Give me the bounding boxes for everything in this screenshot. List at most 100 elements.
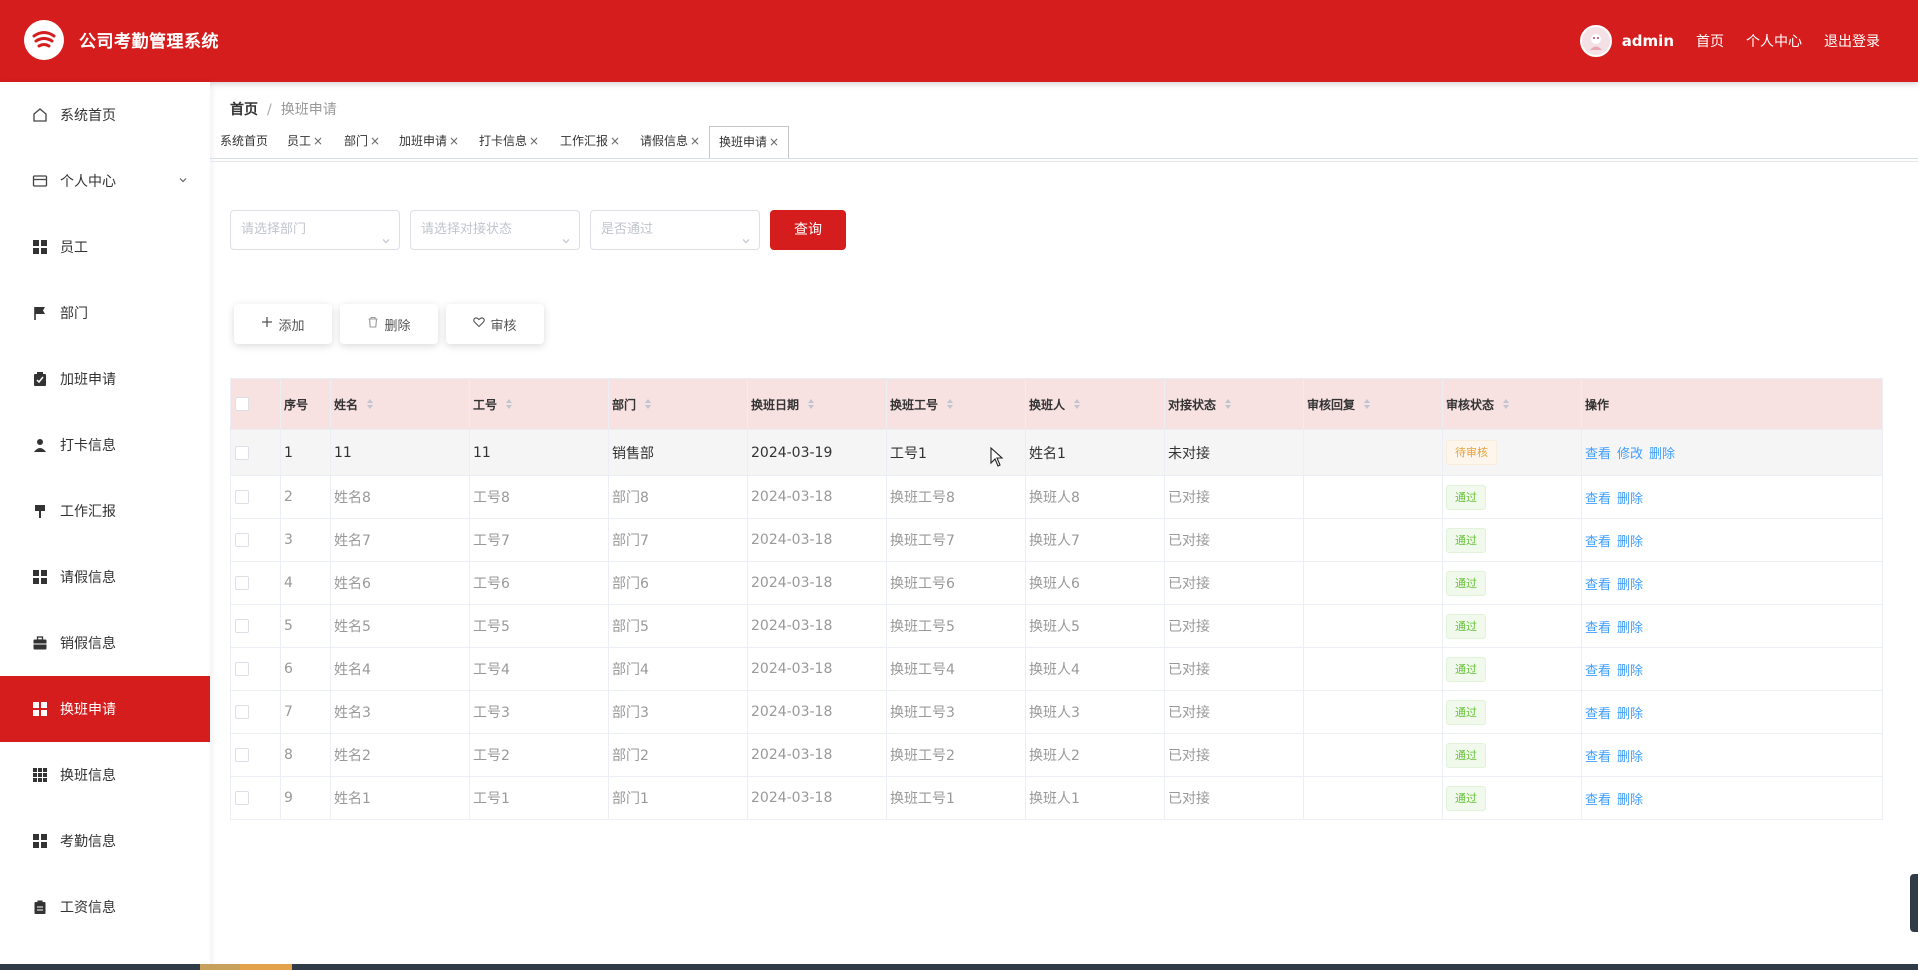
side-widget[interactable] xyxy=(1910,874,1918,932)
sidebar-item-shift-request[interactable]: 换班申请 xyxy=(0,676,210,742)
tab-leave[interactable]: 请假信息 × xyxy=(636,126,704,156)
column-header-shift-person[interactable]: 换班人 xyxy=(1025,378,1165,430)
sort-icon[interactable] xyxy=(1363,398,1371,413)
table-cell-shift-id: 换班工号7 xyxy=(886,518,1026,562)
sort-icon[interactable] xyxy=(1224,398,1232,413)
select-all-checkbox[interactable] xyxy=(235,397,249,412)
tab-overtime[interactable]: 加班申请 × xyxy=(395,126,463,156)
sidebar-item-home[interactable]: 系统首页 xyxy=(0,82,210,148)
sort-icon[interactable] xyxy=(1073,398,1081,413)
row-checkbox[interactable] xyxy=(235,791,249,805)
view-link[interactable]: 查看 xyxy=(1585,535,1611,550)
close-icon[interactable]: × xyxy=(690,134,700,148)
sidebar-item-clockin[interactable]: 打卡信息 xyxy=(0,412,210,478)
delete-link[interactable]: 删除 xyxy=(1617,750,1643,765)
table-cell-shift-id: 换班工号3 xyxy=(886,690,1026,734)
delete-button[interactable]: 删除 xyxy=(340,304,438,344)
add-button[interactable]: 添加 xyxy=(234,304,332,344)
view-link[interactable]: 查看 xyxy=(1585,621,1611,636)
sidebar-item-attendance[interactable]: 考勤信息 xyxy=(0,808,210,874)
table-row: 6 姓名4 工号4 部门4 2024-03-18 换班工号4 换班人4 已对接 通过 查看 删除 xyxy=(230,647,1883,691)
delete-link[interactable]: 删除 xyxy=(1617,707,1643,722)
view-link[interactable]: 查看 xyxy=(1585,750,1611,765)
nav-profile-link[interactable]: 个人中心 xyxy=(1746,31,1802,51)
close-icon[interactable]: × xyxy=(370,134,380,148)
sidebar-item-leave-cancel[interactable]: 销假信息 xyxy=(0,610,210,676)
column-header-label: 工号 xyxy=(473,397,498,412)
sort-icon[interactable] xyxy=(946,398,954,413)
taskbar-item xyxy=(200,964,240,970)
tab-department[interactable]: 部门 × xyxy=(340,126,384,156)
flag-icon xyxy=(32,305,48,321)
view-link[interactable]: 查看 xyxy=(1585,664,1611,679)
column-header-date[interactable]: 换班日期 xyxy=(747,378,887,430)
sort-icon[interactable] xyxy=(807,398,815,413)
sidebar-item-profile[interactable]: 个人中心 xyxy=(0,148,210,214)
delete-link[interactable]: 删除 xyxy=(1649,447,1675,462)
logout-link[interactable]: 退出登录 xyxy=(1824,31,1880,51)
table-row: 8 姓名2 工号2 部门2 2024-03-18 换班工号2 换班人2 已对接 通过 查看 删除 xyxy=(230,733,1883,777)
row-checkbox[interactable] xyxy=(235,705,249,719)
sort-icon[interactable] xyxy=(505,398,513,413)
sort-icon[interactable] xyxy=(366,398,374,413)
sort-icon[interactable] xyxy=(1502,398,1510,413)
view-link[interactable]: 查看 xyxy=(1585,578,1611,593)
sidebar-item-overtime[interactable]: 加班申请 xyxy=(0,346,210,412)
delete-link[interactable]: 删除 xyxy=(1617,793,1643,808)
table-cell-dock: 已对接 xyxy=(1164,475,1304,519)
nav-home-link[interactable]: 首页 xyxy=(1696,31,1724,51)
view-link[interactable]: 查看 xyxy=(1585,793,1611,808)
column-header-reply[interactable]: 审核回复 xyxy=(1303,378,1443,430)
edit-link[interactable]: 修改 xyxy=(1617,447,1643,462)
department-select[interactable]: 请选择部门 xyxy=(230,210,400,250)
close-icon[interactable]: × xyxy=(449,134,459,148)
tab-report[interactable]: 工作汇报 × xyxy=(556,126,624,156)
column-header-dock[interactable]: 对接状态 xyxy=(1164,378,1304,430)
column-header-status[interactable]: 审核状态 xyxy=(1442,378,1582,430)
breadcrumb-home[interactable]: 首页 xyxy=(230,102,258,118)
close-icon[interactable]: × xyxy=(610,134,620,148)
sidebar-item-salary[interactable]: 工资信息 xyxy=(0,874,210,940)
delete-link[interactable]: 删除 xyxy=(1617,664,1643,679)
row-checkbox[interactable] xyxy=(235,445,249,460)
delete-link[interactable]: 删除 xyxy=(1617,578,1643,593)
query-button[interactable]: 查询 xyxy=(770,210,846,250)
row-checkbox[interactable] xyxy=(235,662,249,676)
view-link[interactable]: 查看 xyxy=(1585,707,1611,722)
sidebar-item-label: 请假信息 xyxy=(60,570,116,586)
delete-link[interactable]: 删除 xyxy=(1617,535,1643,550)
tab-system-home[interactable]: 系统首页 xyxy=(216,126,272,156)
audit-button[interactable]: 审核 xyxy=(446,304,544,344)
column-header-name[interactable]: 姓名 xyxy=(330,378,470,430)
row-checkbox[interactable] xyxy=(235,576,249,590)
avatar[interactable] xyxy=(1579,25,1612,57)
sidebar-item-department[interactable]: 部门 xyxy=(0,280,210,346)
sidebar-item-employee[interactable]: 员工 xyxy=(0,214,210,280)
sidebar-item-shift-info[interactable]: 换班信息 xyxy=(0,742,210,808)
delete-link[interactable]: 删除 xyxy=(1617,621,1643,636)
tab-shift-request[interactable]: 换班申请 × xyxy=(709,126,790,158)
view-link[interactable]: 查看 xyxy=(1585,447,1611,462)
row-checkbox[interactable] xyxy=(235,619,249,633)
column-header-dept[interactable]: 部门 xyxy=(608,378,748,430)
delete-link[interactable]: 删除 xyxy=(1617,492,1643,507)
column-header-shift-id[interactable]: 换班工号 xyxy=(886,378,1026,430)
sort-icon[interactable] xyxy=(644,398,652,413)
dock-status-select[interactable]: 请选择对接状态 xyxy=(410,210,580,250)
pass-select[interactable]: 是否通过 xyxy=(590,210,760,250)
table-cell-dock: 已对接 xyxy=(1164,776,1304,820)
row-checkbox[interactable] xyxy=(235,533,249,547)
sidebar-item-report[interactable]: 工作汇报 xyxy=(0,478,210,544)
column-header-id[interactable]: 工号 xyxy=(469,378,609,430)
view-link[interactable]: 查看 xyxy=(1585,492,1611,507)
row-checkbox[interactable] xyxy=(235,490,249,504)
column-header-label: 换班人 xyxy=(1029,397,1066,412)
close-icon[interactable]: × xyxy=(529,134,539,148)
close-icon[interactable]: × xyxy=(313,134,323,148)
tab-employee[interactable]: 员工 × xyxy=(283,126,327,156)
close-icon[interactable]: × xyxy=(769,135,779,149)
sidebar-item-leave[interactable]: 请假信息 xyxy=(0,544,210,610)
username[interactable]: admin xyxy=(1622,32,1674,50)
row-checkbox[interactable] xyxy=(235,748,249,762)
tab-clockin[interactable]: 打卡信息 × xyxy=(475,126,543,156)
